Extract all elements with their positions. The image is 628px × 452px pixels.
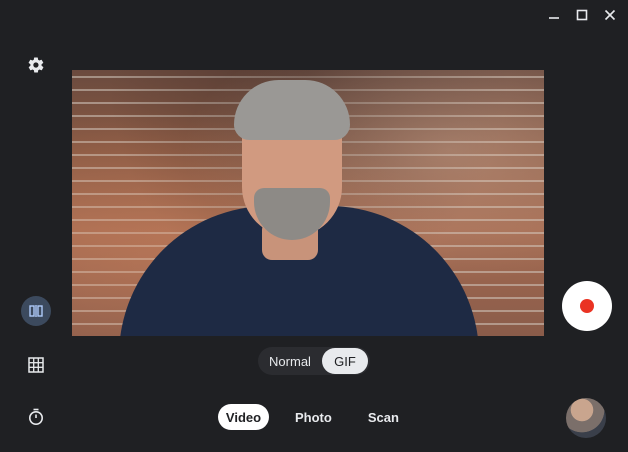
grid-icon [28, 357, 44, 373]
mode-gif-option[interactable]: GIF [322, 348, 368, 374]
maximize-icon [576, 9, 588, 21]
close-button[interactable] [600, 6, 620, 24]
capture-mode-tabs: Video Photo Scan [218, 404, 399, 430]
close-icon [604, 9, 616, 21]
minimize-icon [549, 17, 559, 19]
camera-preview [72, 70, 544, 336]
tab-video[interactable]: Video [218, 404, 269, 430]
tab-scan[interactable]: Scan [368, 404, 399, 430]
record-button[interactable] [562, 281, 612, 331]
mirror-icon [29, 305, 43, 317]
gear-icon [28, 57, 44, 73]
mirror-button[interactable] [21, 296, 51, 326]
record-icon [580, 299, 594, 313]
mode-normal-option[interactable]: Normal [258, 348, 322, 374]
timer-icon [29, 408, 43, 425]
settings-button[interactable] [22, 51, 50, 79]
video-mode-toggle: Normal GIF [258, 347, 370, 375]
gallery-thumbnail[interactable] [566, 398, 606, 438]
tab-photo[interactable]: Photo [295, 404, 332, 430]
timer-button[interactable] [22, 403, 50, 431]
person-hair [234, 80, 350, 140]
minimize-button[interactable] [544, 6, 564, 24]
window-controls [544, 6, 620, 24]
maximize-button[interactable] [572, 6, 592, 24]
grid-button[interactable] [22, 351, 50, 379]
